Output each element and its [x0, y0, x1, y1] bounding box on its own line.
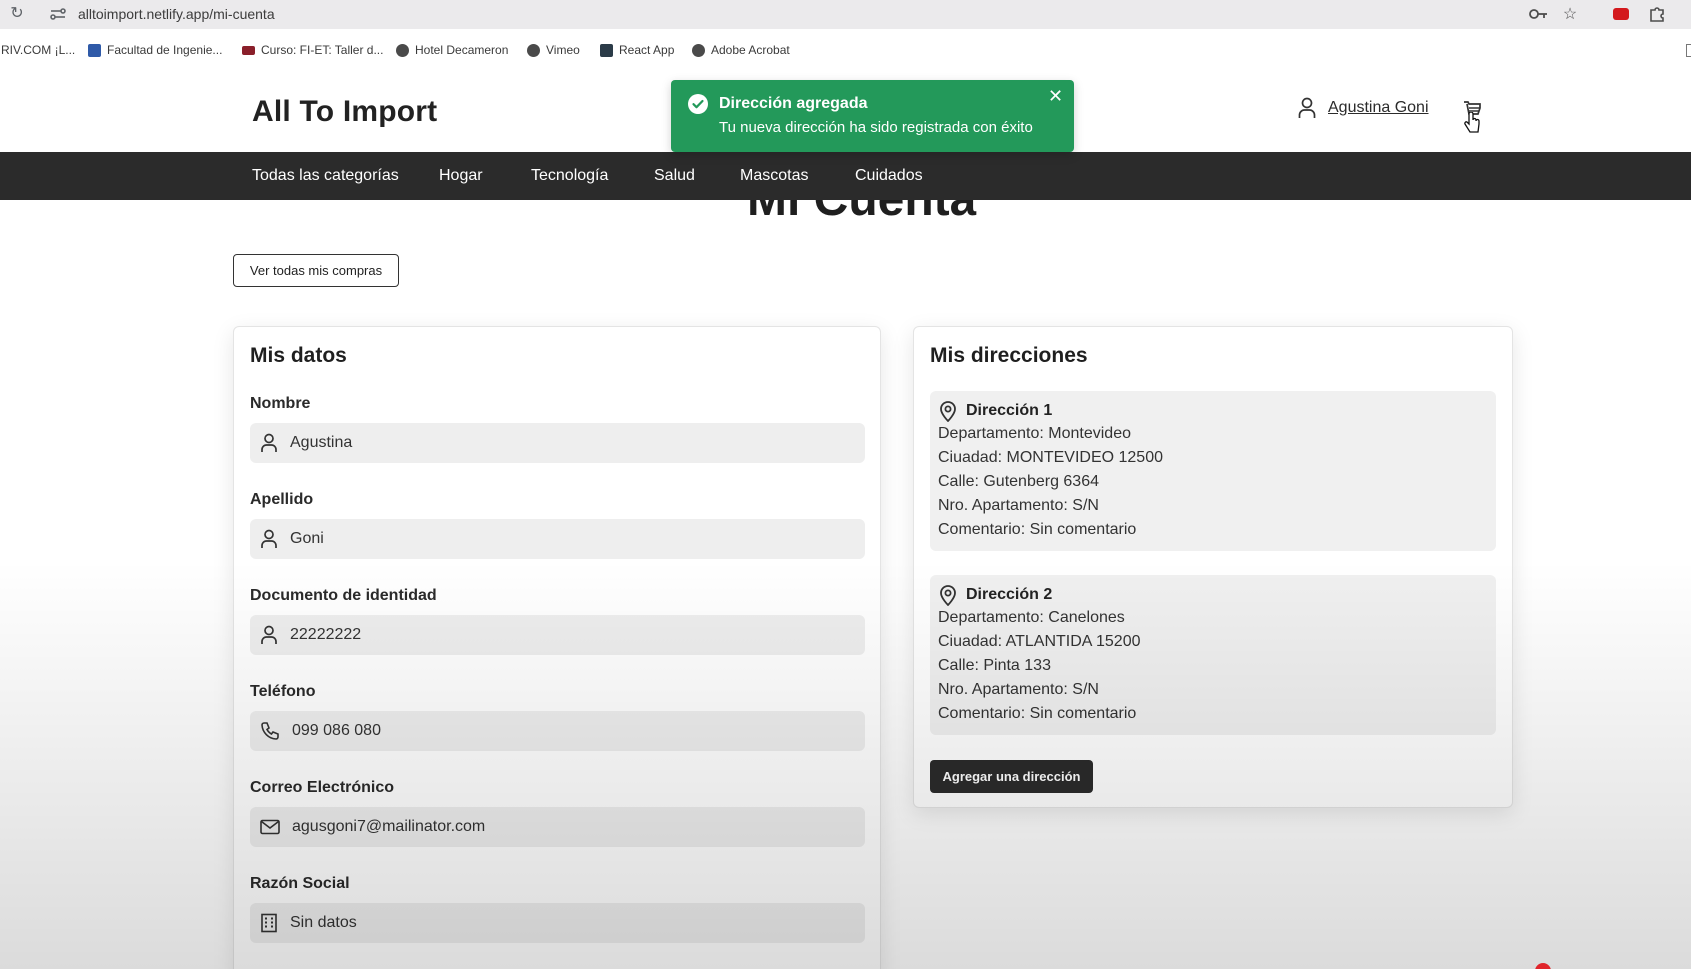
site-settings-icon[interactable] — [49, 5, 67, 23]
mail-icon — [260, 819, 280, 835]
nav-item-mascotas[interactable]: Mascotas — [740, 167, 808, 185]
address-ciudad: Ciuadad: ATLANTIDA 15200 — [938, 633, 1141, 650]
address-name: Dirección 1 — [966, 402, 1053, 419]
hand-cursor-icon — [1464, 112, 1480, 133]
toast-message: Tu nueva dirección ha sido registrada co… — [719, 119, 1033, 136]
field-label: Razón Social — [250, 875, 350, 892]
user-icon — [261, 529, 277, 548]
address-item[interactable]: Dirección 1 Departamento: Montevideo Ciu… — [930, 391, 1496, 551]
address-name: Dirección 2 — [966, 586, 1053, 603]
nav-item-todas[interactable]: Todas las categorías — [252, 167, 399, 185]
field-label: Correo Electrónico — [250, 779, 395, 796]
bookmark-item[interactable]: Vimeo — [527, 43, 580, 57]
bookmark-label: Facultad de Ingenie... — [107, 43, 223, 57]
last-name-field[interactable]: Goni — [250, 519, 865, 559]
address-departamento: Departamento: Canelones — [938, 609, 1125, 626]
react-icon — [600, 43, 613, 57]
bookmark-item[interactable]: RIV.COM ¡L... — [1, 43, 75, 57]
recording-indicator — [1535, 963, 1551, 969]
toast-title: Dirección agregada — [719, 95, 868, 112]
field-value: 099 086 080 — [292, 722, 381, 739]
bookmarks-bar: RIV.COM ¡L... Facultad de Ingenie... Cur… — [0, 36, 1691, 64]
bookmark-label: Hotel Decameron — [415, 43, 509, 57]
address-ciudad: Ciuadad: MONTEVIDEO 12500 — [938, 449, 1163, 466]
close-icon[interactable]: ✕ — [1048, 87, 1063, 105]
bookmark-item[interactable]: Hotel Decameron — [396, 43, 508, 57]
address-item[interactable]: Dirección 2 Departamento: Canelones Ciua… — [930, 575, 1496, 735]
bookmark-item[interactable]: React App — [600, 43, 674, 57]
graduation-cap-icon — [242, 45, 255, 55]
success-toast: Dirección agregada Tu nueva dirección ha… — [671, 80, 1074, 152]
field-value: agusgoni7@mailinator.com — [292, 818, 486, 835]
browser-url-bar: ↻ alltoimport.netlify.app/mi-cuenta ☆ — [0, 0, 1691, 29]
url-text[interactable]: alltoimport.netlify.app/mi-cuenta — [78, 6, 275, 22]
personal-data-card: Mis datos Nombre Agustina Apellido Goni … — [233, 326, 881, 969]
view-purchases-button[interactable]: Ver todas mis compras — [233, 254, 399, 287]
globe-icon — [396, 43, 409, 57]
bookmark-item[interactable]: Adobe Acrobat — [692, 43, 790, 57]
reload-icon[interactable]: ↻ — [8, 5, 26, 23]
globe-icon — [527, 43, 540, 57]
nav-item-hogar[interactable]: Hogar — [439, 167, 483, 185]
user-icon — [261, 433, 277, 452]
bookmark-star-icon[interactable]: ☆ — [1560, 4, 1580, 24]
address-calle: Calle: Gutenberg 6364 — [938, 473, 1099, 490]
phone-icon — [261, 722, 279, 740]
nav-item-salud[interactable]: Salud — [654, 167, 695, 185]
addresses-title: Mis direcciones — [930, 344, 1088, 367]
field-label: Apellido — [250, 491, 314, 508]
shield-icon — [88, 43, 101, 57]
id-document-field[interactable]: 22222222 — [250, 615, 865, 655]
brand-logo[interactable]: All To Import — [252, 95, 437, 129]
field-value: Goni — [290, 530, 324, 547]
extensions-puzzle-icon[interactable] — [1647, 4, 1667, 24]
bookmark-item[interactable]: Facultad de Ingenie... — [88, 43, 222, 57]
location-pin-icon — [940, 401, 956, 422]
phone-field[interactable]: 099 086 080 — [250, 711, 865, 751]
user-icon — [1298, 97, 1316, 118]
field-value: Agustina — [290, 434, 353, 451]
bookmark-label: Adobe Acrobat — [711, 43, 790, 57]
bookmark-label: React App — [619, 43, 675, 57]
check-circle-icon — [688, 94, 708, 114]
bookmark-label: RIV.COM ¡L... — [1, 43, 76, 57]
bookmark-item[interactable]: Curso: FI-ET: Taller d... — [242, 43, 383, 57]
address-apartamento: Nro. Apartamento: S/N — [938, 497, 1099, 514]
address-comentario: Comentario: Sin comentario — [938, 521, 1137, 538]
bookmarks-overflow-icon[interactable] — [1686, 44, 1691, 57]
password-key-icon[interactable] — [1529, 4, 1549, 24]
field-value: Sin datos — [290, 914, 357, 931]
field-label: Nombre — [250, 395, 311, 412]
addresses-card: Mis direcciones Dirección 1 Departamento… — [913, 326, 1513, 808]
user-account-link[interactable]: Agustina Goni — [1298, 97, 1429, 119]
address-comentario: Comentario: Sin comentario — [938, 705, 1137, 722]
youtube-extension-icon[interactable] — [1613, 8, 1629, 20]
first-name-field[interactable]: Agustina — [250, 423, 865, 463]
category-nav: Todas las categorías Hogar Tecnología Sa… — [0, 152, 1691, 200]
field-value: 22222222 — [290, 626, 362, 643]
business-name-field[interactable]: Sin datos — [250, 903, 865, 943]
email-field[interactable]: agusgoni7@mailinator.com — [250, 807, 865, 847]
user-name: Agustina Goni — [1328, 99, 1429, 116]
location-pin-icon — [940, 585, 956, 606]
nav-item-cuidados[interactable]: Cuidados — [855, 167, 923, 185]
field-label: Documento de identidad — [250, 587, 437, 604]
field-label: Teléfono — [250, 683, 316, 700]
personal-data-title: Mis datos — [250, 344, 347, 367]
bookmark-label: Curso: FI-ET: Taller d... — [261, 43, 384, 57]
globe-icon — [692, 43, 705, 57]
bookmark-label: Vimeo — [546, 43, 580, 57]
address-apartamento: Nro. Apartamento: S/N — [938, 681, 1099, 698]
add-address-button[interactable]: Agregar una dirección — [930, 760, 1093, 793]
address-departamento: Departamento: Montevideo — [938, 425, 1131, 442]
address-calle: Calle: Pinta 133 — [938, 657, 1051, 674]
nav-item-tecnologia[interactable]: Tecnología — [531, 167, 608, 185]
building-icon — [261, 913, 277, 933]
user-icon — [261, 625, 277, 644]
